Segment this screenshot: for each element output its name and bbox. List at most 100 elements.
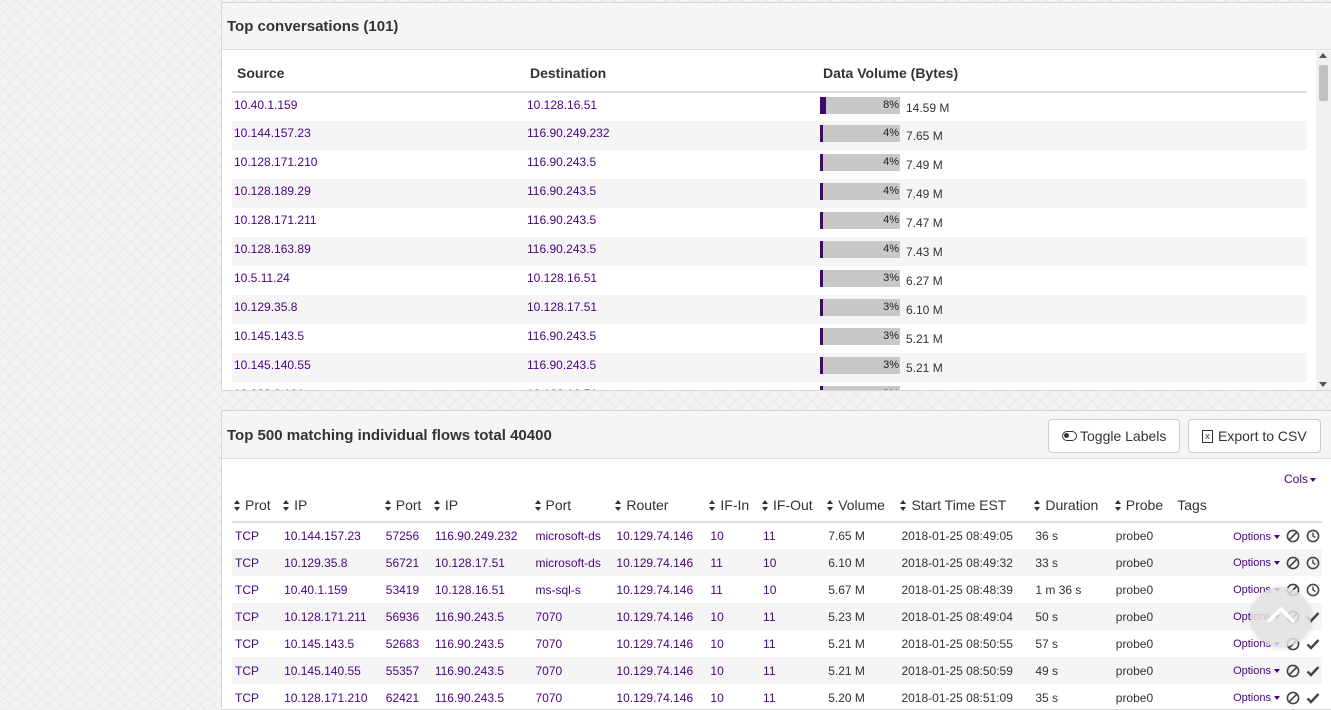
flow-if-out-link[interactable]: 10: [763, 556, 776, 570]
toggle-labels-button[interactable]: Toggle Labels: [1048, 419, 1181, 453]
flow-if-in-link[interactable]: 10: [710, 637, 723, 651]
flow-router-link[interactable]: 10.129.74.146: [616, 529, 693, 543]
back-to-top-button[interactable]: [1251, 587, 1311, 647]
column-header-volume[interactable]: Data Volume (Bytes): [818, 51, 1307, 93]
clock-icon[interactable]: [1306, 529, 1320, 543]
flow-prot-link[interactable]: TCP: [235, 637, 259, 651]
destination-ip-link[interactable]: 116.90.243.5: [527, 155, 596, 169]
flow-dst-ip-link[interactable]: 116.90.243.5: [435, 664, 504, 678]
flow-dst-port-link[interactable]: 7070: [536, 664, 563, 678]
destination-ip-link[interactable]: 116.90.243.5: [527, 242, 596, 256]
flow-dst-port-link[interactable]: 7070: [536, 610, 563, 624]
flow-src-ip-link[interactable]: 10.144.157.23: [284, 529, 361, 543]
export-csv-button[interactable]: x Export to CSV: [1188, 419, 1321, 453]
options-dropdown[interactable]: Options: [1233, 531, 1280, 543]
flow-if-in-link[interactable]: 10: [710, 664, 723, 678]
flow-if-out-link[interactable]: 10: [763, 583, 776, 597]
destination-ip-link[interactable]: 10.128.16.51: [527, 98, 597, 112]
flow-router-link[interactable]: 10.129.74.146: [616, 637, 693, 651]
block-icon[interactable]: [1286, 664, 1300, 678]
flow-router-link[interactable]: 10.129.74.146: [616, 583, 693, 597]
source-ip-link[interactable]: 10.144.157.23: [234, 126, 311, 140]
flow-dst-ip-link[interactable]: 116.90.249.232: [435, 529, 518, 543]
destination-ip-link[interactable]: 116.90.243.5: [527, 358, 596, 372]
flow-router-link[interactable]: 10.129.74.146: [616, 610, 693, 624]
flow-dst-port-link[interactable]: microsoft-ds: [536, 529, 601, 543]
destination-ip-link[interactable]: 116.90.243.5: [527, 213, 596, 227]
destination-ip-link[interactable]: 116.90.243.5: [527, 184, 596, 198]
flow-dst-ip-link[interactable]: 116.90.243.5: [435, 637, 504, 651]
column-header-source[interactable]: Source: [232, 51, 525, 93]
flow-if-in-link[interactable]: 10: [710, 529, 723, 543]
flow-src-port-link[interactable]: 56936: [386, 610, 419, 624]
cols-dropdown[interactable]: Cols: [1284, 472, 1316, 486]
flow-src-port-link[interactable]: 52683: [386, 637, 419, 651]
source-ip-link[interactable]: 10.145.143.5: [234, 329, 304, 343]
flow-src-port-link[interactable]: 53419: [386, 583, 419, 597]
options-dropdown[interactable]: Options: [1233, 692, 1280, 704]
flow-src-ip-link[interactable]: 10.40.1.159: [284, 583, 347, 597]
source-ip-link[interactable]: 10.145.140.55: [234, 358, 311, 372]
destination-ip-link[interactable]: 10.128.17.51: [527, 300, 597, 314]
scroll-up-arrow-icon[interactable]: [1319, 53, 1327, 58]
flow-dst-ip-link[interactable]: 10.128.16.51: [435, 583, 505, 597]
source-ip-link[interactable]: 10.129.35.8: [234, 300, 297, 314]
flow-router-link[interactable]: 10.129.74.146: [616, 664, 693, 678]
flow-src-port-link[interactable]: 57256: [386, 529, 419, 543]
flow-prot-link[interactable]: TCP: [235, 610, 259, 624]
flow-if-out-link[interactable]: 11: [763, 637, 775, 651]
clock-icon[interactable]: [1306, 556, 1320, 570]
source-ip-link[interactable]: 10.40.1.159: [234, 98, 297, 112]
column-header-duration[interactable]: Duration: [1032, 489, 1113, 523]
flow-src-ip-link[interactable]: 10.145.143.5: [284, 637, 354, 651]
flow-prot-link[interactable]: TCP: [235, 583, 259, 597]
check-icon[interactable]: [1306, 664, 1320, 678]
column-header-tags[interactable]: Tags: [1175, 489, 1217, 523]
destination-ip-link[interactable]: 116.90.249.232: [527, 126, 610, 140]
flow-prot-link[interactable]: TCP: [235, 556, 259, 570]
flow-src-ip-link[interactable]: 10.145.140.55: [284, 664, 361, 678]
conversations-scroll-area[interactable]: Source Destination Data Volume (Bytes) 1…: [232, 51, 1307, 390]
flow-if-out-link[interactable]: 11: [763, 610, 775, 624]
column-header-dst-port[interactable]: Port: [532, 489, 614, 523]
block-icon[interactable]: [1286, 556, 1300, 570]
flow-src-ip-link[interactable]: 10.129.35.8: [284, 556, 347, 570]
check-icon[interactable]: [1306, 637, 1320, 651]
destination-ip-link[interactable]: 116.90.243.5: [527, 329, 596, 343]
options-dropdown[interactable]: Options: [1233, 665, 1280, 677]
flow-if-in-link[interactable]: 11: [710, 556, 722, 570]
source-ip-link[interactable]: 10.128.189.29: [234, 184, 311, 198]
destination-ip-link[interactable]: 10.128.16.51: [527, 387, 597, 390]
column-header-src-port[interactable]: Port: [382, 489, 432, 523]
scroll-down-arrow-icon[interactable]: [1319, 382, 1327, 387]
column-header-probe[interactable]: Probe: [1112, 489, 1176, 523]
column-header-src-ip[interactable]: IP: [281, 489, 383, 523]
flow-if-in-link[interactable]: 10: [710, 610, 723, 624]
column-header-prot[interactable]: Prot: [232, 489, 282, 523]
flow-dst-port-link[interactable]: 7070: [536, 637, 563, 651]
flow-dst-ip-link[interactable]: 10.128.17.51: [435, 556, 505, 570]
flow-dst-port-link[interactable]: ms-sql-s: [536, 583, 581, 597]
flow-src-port-link[interactable]: 55357: [386, 664, 419, 678]
flow-src-ip-link[interactable]: 10.128.171.211: [284, 610, 367, 624]
column-header-start-time[interactable]: Start Time EST: [898, 489, 1033, 523]
source-ip-link[interactable]: 10.128.171.211: [234, 213, 317, 227]
column-header-dst-ip[interactable]: IP: [431, 489, 533, 523]
flow-prot-link[interactable]: TCP: [235, 664, 259, 678]
column-header-if-in[interactable]: IF-In: [707, 489, 761, 523]
flow-if-out-link[interactable]: 11: [763, 529, 775, 543]
column-header-router[interactable]: Router: [613, 489, 708, 523]
block-icon[interactable]: [1286, 529, 1300, 543]
flow-if-out-link[interactable]: 11: [763, 664, 775, 678]
flow-dst-ip-link[interactable]: 116.90.243.5: [435, 610, 504, 624]
source-ip-link[interactable]: 10.128.171.210: [234, 155, 317, 169]
flow-prot-link[interactable]: TCP: [235, 529, 259, 543]
source-ip-link[interactable]: 10.5.11.24: [234, 271, 290, 285]
column-header-destination[interactable]: Destination: [525, 51, 818, 93]
flow-router-link[interactable]: 10.129.74.146: [616, 556, 693, 570]
scrollbar-thumb[interactable]: [1319, 65, 1328, 101]
column-header-volume[interactable]: Volume: [825, 489, 899, 523]
clock-icon[interactable]: [1306, 583, 1320, 597]
options-dropdown[interactable]: Options: [1233, 557, 1280, 569]
column-header-if-out[interactable]: IF-Out: [760, 489, 826, 523]
